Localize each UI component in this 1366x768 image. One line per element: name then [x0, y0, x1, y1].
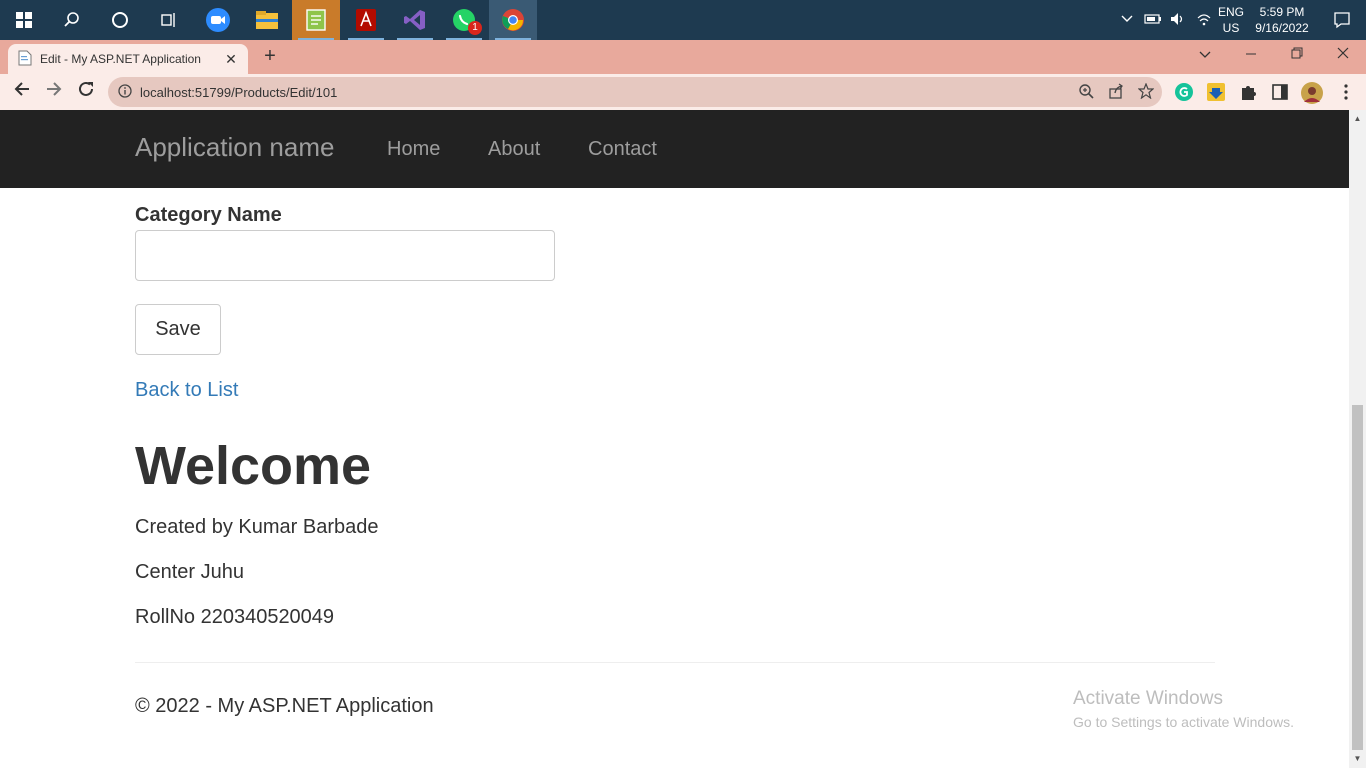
nav-link-home[interactable]: Home	[387, 138, 440, 161]
share-icon[interactable]	[1108, 83, 1124, 102]
forward-arrow-icon[interactable]	[42, 80, 66, 104]
save-button[interactable]: Save	[135, 304, 221, 355]
minimize-icon[interactable]	[1228, 40, 1274, 70]
side-panel-icon[interactable]	[1270, 82, 1290, 102]
nav-link-contact[interactable]: Contact	[588, 138, 657, 161]
whatsapp-icon[interactable]: 1	[440, 0, 488, 40]
site-navbar: Application name Home About Contact	[0, 110, 1349, 188]
battery-icon[interactable]	[1144, 13, 1162, 28]
download-extension-icon[interactable]	[1206, 82, 1226, 102]
notification-center-icon[interactable]	[1318, 0, 1366, 40]
author-line: Created by Kumar Barbade	[135, 516, 379, 538]
region-code: US	[1222, 21, 1240, 35]
navbar-brand[interactable]: Application name	[135, 132, 334, 163]
page-viewport: Application name Home About Contact Cate…	[0, 110, 1366, 768]
back-arrow-icon[interactable]	[10, 80, 34, 104]
language-code: ENG	[1217, 5, 1244, 19]
footer-divider	[135, 662, 1215, 663]
notification-badge: 1	[468, 21, 482, 35]
chrome-icon[interactable]	[489, 0, 537, 40]
zoom-magnifier-icon[interactable]	[1078, 83, 1094, 102]
close-window-icon[interactable]	[1320, 40, 1366, 70]
address-bar[interactable]: localhost:51799/Products/Edit/101	[108, 77, 1162, 107]
reload-icon[interactable]	[74, 80, 98, 104]
watermark-subtitle: Go to Settings to activate Windows.	[1073, 714, 1294, 730]
category-name-input[interactable]	[135, 230, 555, 281]
category-name-label: Category Name	[135, 204, 282, 226]
welcome-heading: Welcome	[135, 436, 372, 496]
tab-strip: Edit - My ASP.NET Application ✕	[0, 40, 1366, 74]
system-tray	[1120, 0, 1212, 40]
tab-search-icon[interactable]	[1182, 40, 1228, 70]
new-tab-button[interactable]: +	[258, 44, 282, 68]
grammarly-extension-icon[interactable]	[1174, 82, 1194, 102]
site-info-icon[interactable]	[118, 83, 132, 101]
center-line: Center Juhu	[135, 561, 244, 583]
scroll-down-icon[interactable]: ▼	[1349, 752, 1366, 766]
zoom-icon[interactable]	[194, 0, 242, 40]
extensions-puzzle-icon[interactable]	[1238, 82, 1258, 102]
url-text: localhost:51799/Products/Edit/101	[140, 84, 338, 100]
windows-start-icon[interactable]	[0, 0, 48, 40]
chevron-up-icon[interactable]	[1120, 13, 1134, 27]
clock-time: 5:59 PM	[1259, 5, 1305, 19]
wifi-icon[interactable]	[1196, 12, 1212, 29]
visual-studio-icon[interactable]	[391, 0, 439, 40]
footer-copyright: © 2022 - My ASP.NET Application	[135, 695, 434, 717]
restore-icon[interactable]	[1274, 40, 1320, 70]
vertical-scrollbar[interactable]: ▲ ▼	[1349, 110, 1366, 768]
scrollbar-thumb[interactable]	[1352, 405, 1363, 750]
watermark-title: Activate Windows	[1073, 688, 1223, 709]
profile-avatar[interactable]	[1301, 82, 1323, 104]
omnibox-actions	[1078, 82, 1155, 102]
activate-windows-watermark: Activate Windows Go to Settings to activ…	[1073, 688, 1294, 730]
browser-toolbar: localhost:51799/Products/Edit/101	[0, 74, 1366, 110]
cortana-icon[interactable]	[96, 0, 144, 40]
volume-icon[interactable]	[1170, 12, 1186, 29]
windows-taskbar: 1 ENG US 5:59 PM 9/16/2022	[0, 0, 1366, 40]
tab-title: Edit - My ASP.NET Application	[40, 52, 201, 66]
clock[interactable]: 5:59 PM 9/16/2022	[1250, 4, 1314, 36]
nav-link-about[interactable]: About	[488, 138, 540, 161]
task-view-icon[interactable]	[144, 0, 192, 40]
browser-tab[interactable]: Edit - My ASP.NET Application ✕	[8, 44, 248, 74]
page-favicon-icon	[18, 50, 32, 69]
chrome-menu-icon[interactable]	[1336, 82, 1356, 102]
acrobat-icon[interactable]	[342, 0, 390, 40]
bookmark-star-icon[interactable]	[1137, 82, 1155, 102]
tab-close-icon[interactable]: ✕	[224, 51, 238, 68]
scroll-up-icon[interactable]: ▲	[1349, 112, 1366, 126]
back-to-list-link[interactable]: Back to List	[135, 379, 238, 402]
rollno-line: RollNo 220340520049	[135, 606, 335, 628]
clock-date: 9/16/2022	[1255, 21, 1309, 35]
notepad-icon[interactable]	[292, 0, 340, 40]
file-explorer-icon[interactable]	[243, 0, 291, 40]
search-icon[interactable]	[48, 0, 96, 40]
language-indicator[interactable]: ENG US	[1216, 4, 1246, 36]
